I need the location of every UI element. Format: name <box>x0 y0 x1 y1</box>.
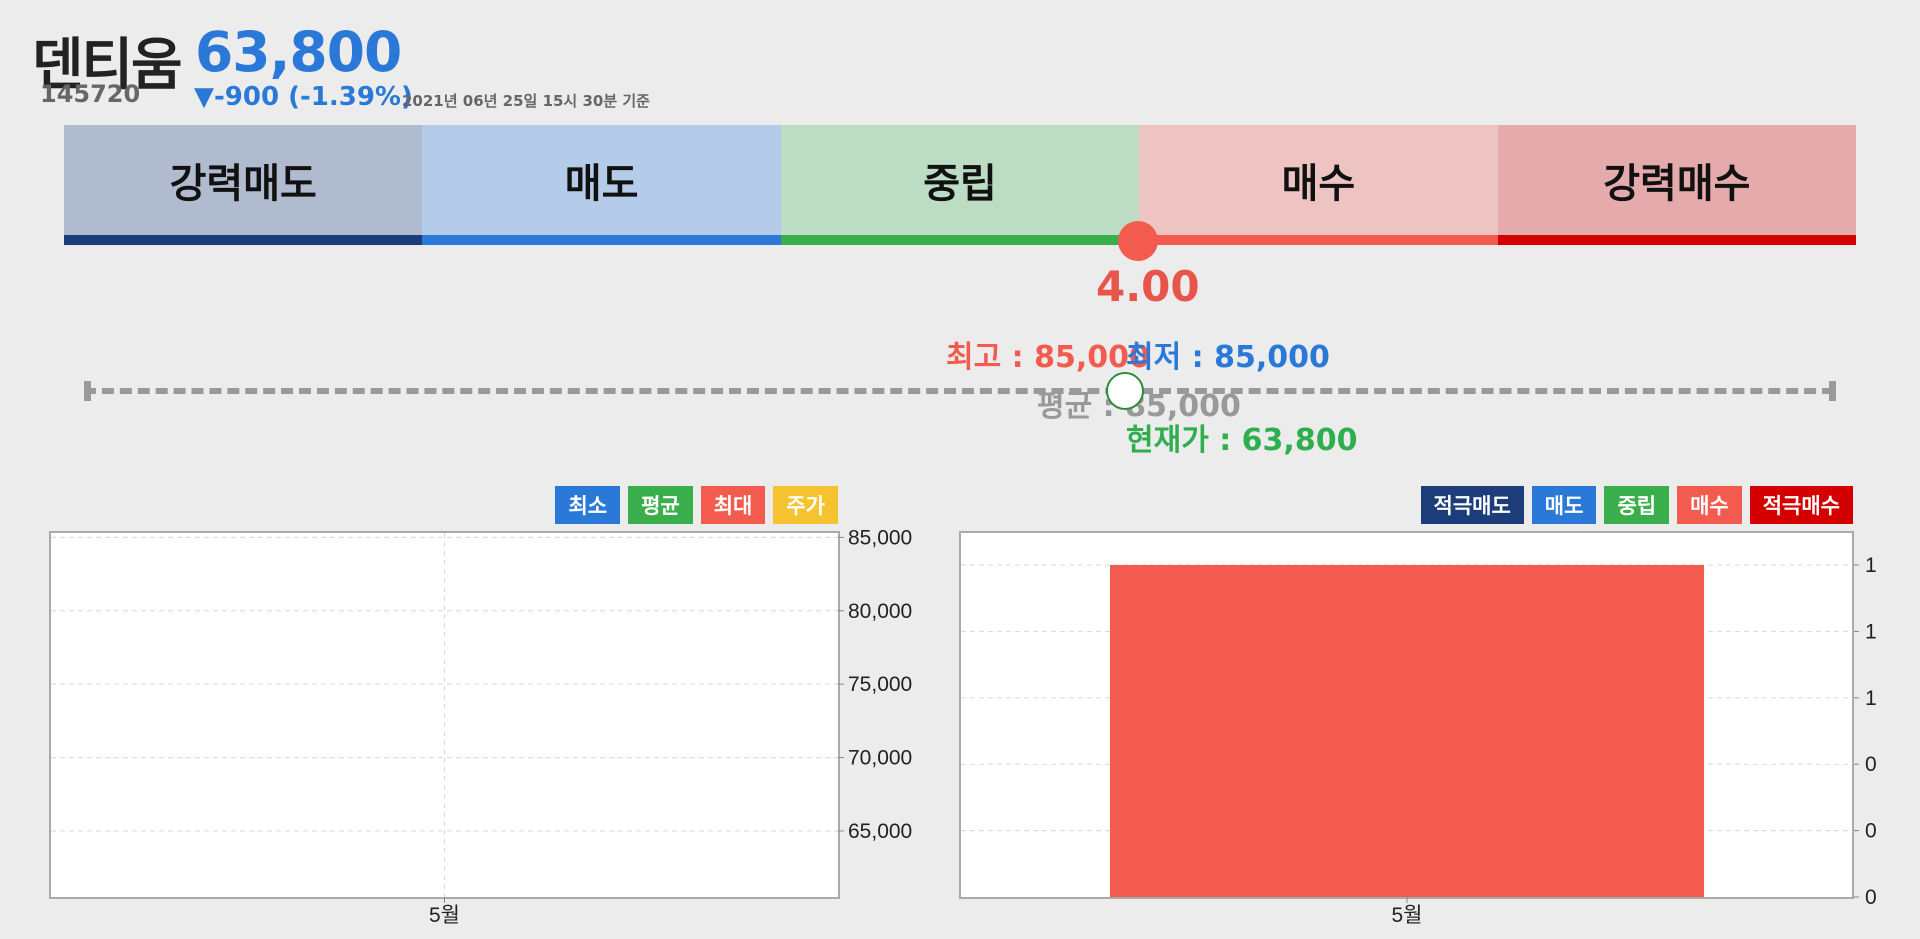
y-tick-label: 65,000 <box>848 820 912 843</box>
gauge-segment: 매도 <box>422 125 781 245</box>
x-tick-label: 5월 <box>1392 904 1423 927</box>
y-tick-label: 1 <box>1865 620 1877 643</box>
gauge-segment: 강력매수 <box>1497 125 1857 245</box>
stock-code: 145720 <box>40 80 141 108</box>
price-high: 최고 : 85,000 <box>946 340 1150 375</box>
gauge-segment-bar <box>780 235 1140 245</box>
y-tick-label: 1 <box>1865 687 1877 710</box>
legend-item[interactable]: 매수 <box>1677 486 1742 524</box>
gauge-segment: 매수 <box>1139 125 1498 245</box>
legend-item[interactable]: 최소 <box>555 486 621 524</box>
gauge-segment-label: 매도 <box>564 161 639 207</box>
price-range-line <box>84 388 1834 394</box>
legend-item[interactable]: 매도 <box>1531 486 1597 524</box>
y-tick-label: 0 <box>1865 886 1877 909</box>
y-tick-label: 75,000 <box>848 673 912 696</box>
current-price-marker <box>1106 372 1144 410</box>
opinion-chart-svg: 0 0 0 1 1 1 5월 <box>961 554 1877 927</box>
gauge-segment: 중립 <box>780 125 1140 245</box>
gauge-segment-bar <box>1497 235 1857 245</box>
y-tick-label: 1 <box>1865 554 1877 577</box>
y-tick-label: 80,000 <box>848 600 912 623</box>
gauge-segment-label: 강력매수 <box>1603 161 1751 207</box>
legend-item[interactable]: 평균 <box>628 486 693 524</box>
legend-right: 적극매도 매도 중립 매수 적극매수 <box>1420 486 1853 524</box>
gauge-segment-bar <box>1139 235 1498 245</box>
gauge-segment-label: 중립 <box>923 161 997 207</box>
legend-item[interactable]: 주가 <box>773 486 838 524</box>
legend-item[interactable]: 적극매도 <box>1420 486 1524 524</box>
gauge-segment-label: 강력매도 <box>169 161 317 207</box>
y-tick-label: 0 <box>1865 753 1877 776</box>
price-change: ▼-900 (-1.39%) <box>194 82 413 112</box>
price-chart-svg: 65,000 70,000 75,000 80,000 85,000 5월 <box>51 526 912 927</box>
bar <box>1109 565 1705 897</box>
price-low: 최저 : 85,000 <box>1126 340 1330 375</box>
stock-price: 63,800 <box>195 20 402 84</box>
score-value: 4.00 <box>1096 262 1200 311</box>
price-current: 현재가 : 63,800 <box>1126 423 1358 458</box>
y-tick-label: 70,000 <box>848 747 912 770</box>
x-tick-label: 5월 <box>429 904 460 927</box>
gauge-segment: 강력매도 <box>64 125 423 245</box>
y-tick-label: 85,000 <box>848 526 912 549</box>
legend-item[interactable]: 적극매수 <box>1749 486 1853 524</box>
score-marker <box>1118 221 1158 261</box>
range-min-cap <box>84 381 91 401</box>
y-tick-label: 0 <box>1865 820 1877 843</box>
opinion-gauge: 강력매도 매도 중립 매수 강력매수 <box>64 125 1857 245</box>
gauge-segment-label: 매수 <box>1281 161 1356 207</box>
range-max-cap <box>1829 381 1836 401</box>
legend-item[interactable]: 중립 <box>1604 486 1670 524</box>
gauge-segment-bar <box>64 235 423 245</box>
legend-left: 최소 평균 최대 주가 <box>555 486 838 524</box>
gauge-segment-bar <box>422 235 781 245</box>
timestamp: 2021년 06년 25일 15시 30분 기준 <box>402 92 650 110</box>
legend-item[interactable]: 최대 <box>700 486 766 524</box>
